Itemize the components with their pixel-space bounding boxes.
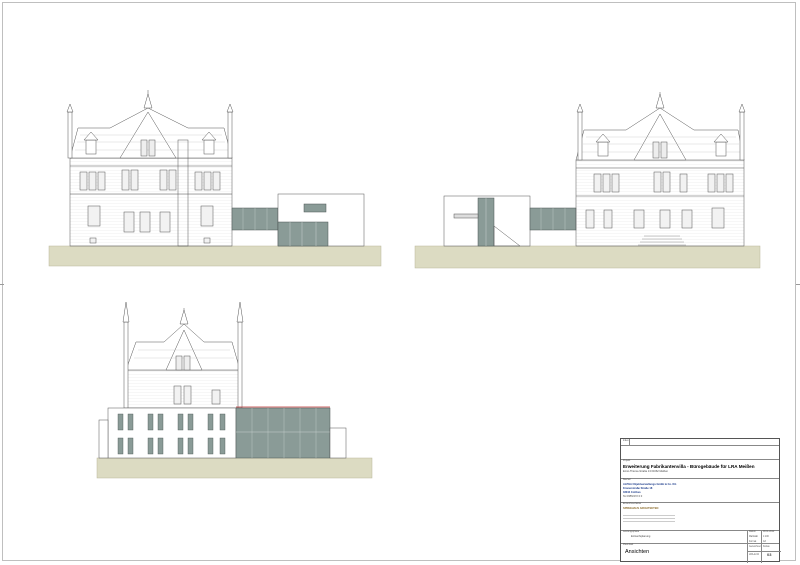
format-value: A3 bbox=[763, 541, 766, 543]
project-address: Ernst-Thieme-Straße 13 01662 Meißen bbox=[623, 470, 669, 473]
date-label: Datum bbox=[749, 531, 756, 533]
client-label: Bauherr bbox=[623, 479, 632, 481]
plan-label: Planinhalt bbox=[623, 544, 634, 546]
ground-strip bbox=[414, 245, 761, 269]
title-block: Index Projekt Erweiterung Fabrikantenvil… bbox=[620, 438, 781, 563]
elevation-south bbox=[414, 92, 761, 269]
elevation-east bbox=[96, 301, 373, 479]
index-label: Index bbox=[623, 440, 629, 442]
project-title: Erweiterung Fabrikantenvilla - Bürogebäu… bbox=[623, 464, 755, 469]
ground-strip bbox=[48, 245, 382, 267]
plan-number: LRA-E 02 bbox=[749, 554, 759, 556]
plan-title: Ansichten bbox=[625, 549, 650, 555]
elevation-north bbox=[48, 90, 382, 267]
scale-label: Maßstab bbox=[749, 536, 758, 538]
client-phone: Tel 0355/472 0 0 bbox=[623, 495, 643, 498]
scale-value: 1:100 bbox=[763, 536, 769, 538]
project-label: Projekt bbox=[623, 460, 631, 462]
architect-name: SPREEHAUS ARCHITEKTEN bbox=[623, 507, 659, 510]
phase-value: Entwurfsplanung bbox=[631, 535, 651, 538]
drawn-label: Gezeichnet bbox=[749, 546, 761, 548]
phase-label: Leistungsphase bbox=[623, 531, 640, 533]
drawing-sheet: Index Projekt Erweiterung Fabrikantenvil… bbox=[0, 0, 800, 565]
date-value: 08.11.2012 bbox=[763, 531, 775, 533]
sheet-number: 03 bbox=[767, 552, 772, 557]
architect-label: Entwurfsverfasser bbox=[623, 503, 642, 505]
format-label: Format bbox=[749, 541, 757, 543]
ground-strip bbox=[96, 457, 373, 479]
architect-details bbox=[623, 513, 675, 525]
drawn-value: Kubas bbox=[763, 546, 770, 548]
